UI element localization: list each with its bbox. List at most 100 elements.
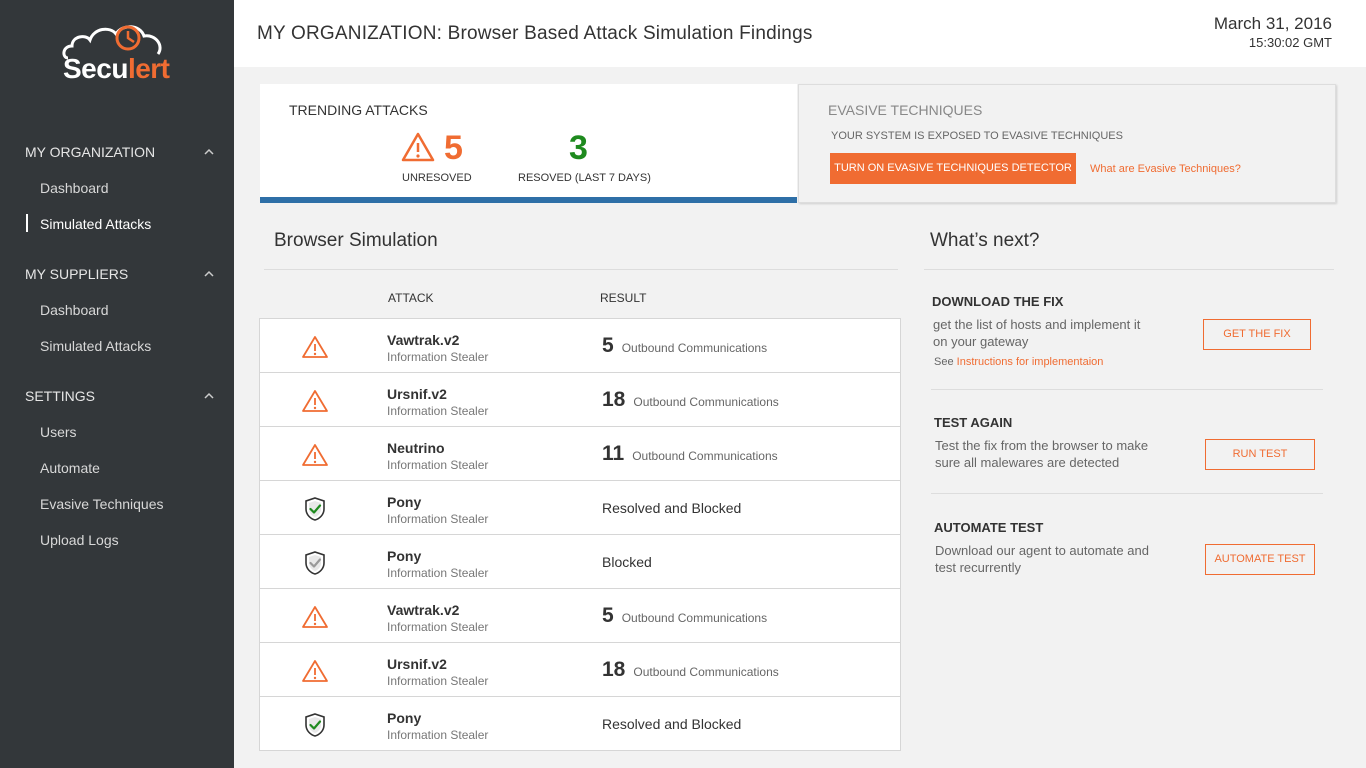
divider (931, 493, 1323, 494)
automate-test-title: AUTOMATE TEST (934, 520, 1044, 535)
attack-result: 18 Outbound Communications (602, 643, 779, 697)
nav-section-settings[interactable]: SETTINGS (25, 388, 215, 404)
header-date: March 31, 2016 (1213, 14, 1332, 33)
header-time: 15:30:02 GMT (1248, 35, 1332, 50)
seculert-logo[interactable]: Seculert (60, 20, 176, 92)
warning-icon (302, 444, 328, 466)
attack-result: Resolved and Blocked (602, 481, 741, 535)
attack-type: Information Stealer (387, 566, 489, 580)
attack-type: Information Stealer (387, 674, 489, 688)
result-description: Outbound Communications (632, 449, 778, 463)
table-row[interactable]: Ursnif.v2 Information Stealer 18 Outboun… (260, 643, 900, 697)
card-accent-bar (260, 197, 797, 203)
test-again-title: TEST AGAIN (934, 415, 1013, 430)
shield-check-gray-icon (305, 551, 325, 575)
instructions-link[interactable]: Instructions for implementaion (957, 356, 1104, 368)
trending-title: TRENDING ATTACKS (289, 102, 428, 118)
sidebar-item-suppliers-dashboard[interactable]: Dashboard (40, 302, 109, 318)
result-description: Outbound Communications (621, 611, 768, 625)
attack-result: Resolved and Blocked (602, 697, 741, 751)
attack-type: Information Stealer (387, 512, 489, 526)
table-row[interactable]: Ursnif.v2 Information Stealer 18 Outboun… (260, 373, 900, 427)
what-are-evasive-link[interactable]: What are Evasive Techniques? (1090, 163, 1241, 175)
active-indicator (26, 214, 28, 232)
sidebar-item-org-simulated-attacks[interactable]: Simulated Attacks (40, 216, 151, 232)
trending-attacks-card: TRENDING ATTACKS 5 UNRESOVED 3 RESOVED (… (260, 84, 797, 203)
table-row[interactable]: Vawtrak.v2 Information Stealer 5 Outboun… (260, 589, 900, 643)
sidebar-item-org-dashboard[interactable]: Dashboard (40, 180, 109, 196)
result-description: Outbound Communications (633, 395, 779, 409)
warning-icon (302, 336, 328, 358)
evasive-subtitle: YOUR SYSTEM IS EXPOSED TO EVASIVE TECHNI… (831, 130, 1123, 142)
automate-test-text: Download our agent to automate and test … (935, 543, 1149, 575)
attack-name: Pony (387, 494, 422, 510)
resolved-label: RESOVED (LAST 7 DAYS) (518, 172, 651, 184)
result-count: 5 (602, 334, 614, 357)
chevron-up-icon (204, 148, 214, 155)
attack-name: Vawtrak.v2 (387, 332, 460, 348)
result-count: 18 (602, 658, 626, 681)
result-status: Resolved and Blocked (602, 500, 742, 516)
divider (924, 269, 1334, 270)
sidebar: Seculert MY ORGANIZATION Dashboard Simul… (0, 0, 234, 768)
attack-table: Vawtrak.v2 Information Stealer 5 Outboun… (259, 318, 901, 751)
attack-name: Pony (387, 710, 422, 726)
sidebar-item-evasive-techniques[interactable]: Evasive Techniques (40, 496, 163, 512)
nav-section-my-suppliers[interactable]: MY SUPPLIERS (25, 266, 215, 282)
attack-type: Information Stealer (387, 350, 489, 364)
attack-type: Information Stealer (387, 404, 489, 418)
chevron-up-icon (204, 392, 214, 399)
download-fix-text: get the list of hosts and implement it o… (933, 317, 1141, 349)
table-row[interactable]: Pony Information Stealer Blocked (260, 535, 900, 589)
result-count: 11 (602, 442, 625, 465)
table-row[interactable]: Pony Information Stealer Resolved and Bl… (260, 697, 900, 751)
result-description: Outbound Communications (633, 665, 779, 679)
attack-name: Ursnif.v2 (387, 386, 447, 402)
unresolved-count: 5 (444, 129, 463, 167)
shield-check-icon (305, 497, 325, 521)
download-fix-title: DOWNLOAD THE FIX (932, 294, 1064, 309)
attack-name: Neutrino (387, 440, 445, 456)
instructions-prefix: See (934, 356, 957, 368)
warning-icon (302, 390, 328, 412)
unresolved-label: UNRESOVED (402, 172, 472, 184)
sidebar-item-upload-logs[interactable]: Upload Logs (40, 532, 119, 548)
warning-icon (401, 132, 435, 162)
test-again-text: Test the fix from the browser to make su… (935, 438, 1149, 470)
attack-result: 5 Outbound Communications (602, 589, 767, 643)
attack-type: Information Stealer (387, 458, 489, 472)
resolved-count: 3 (569, 129, 588, 167)
warning-icon (302, 606, 328, 628)
divider (931, 389, 1323, 390)
sidebar-item-users[interactable]: Users (40, 424, 77, 440)
evasive-title: EVASIVE TECHNIQUES (828, 102, 983, 118)
shield-check-icon (305, 713, 325, 737)
header: MY ORGANIZATION: Browser Based Attack Si… (234, 0, 1366, 67)
table-row[interactable]: Pony Information Stealer Resolved and Bl… (260, 481, 900, 535)
nav-section-label: SETTINGS (25, 388, 96, 404)
automate-test-button[interactable]: AUTOMATE TEST (1205, 544, 1315, 575)
attack-result: Blocked (602, 535, 652, 589)
simulation-title: Browser Simulation (274, 230, 438, 251)
attack-result: 18 Outbound Communications (602, 373, 779, 427)
divider (264, 269, 898, 270)
column-header-result: RESULT (600, 291, 647, 305)
nav-section-my-organization[interactable]: MY ORGANIZATION (25, 144, 215, 160)
result-status: Blocked (602, 554, 652, 570)
table-row[interactable]: Vawtrak.v2 Information Stealer 5 Outboun… (260, 319, 900, 373)
attack-name: Vawtrak.v2 (387, 602, 460, 618)
nav-section-label: MY SUPPLIERS (25, 266, 129, 282)
whats-next-title: What’s next? (930, 230, 1040, 251)
nav-section-label: MY ORGANIZATION (25, 144, 156, 160)
turn-on-detector-button[interactable]: TURN ON EVASIVE TECHNIQUES DETECTOR (830, 153, 1076, 184)
sidebar-item-suppliers-simulated-attacks[interactable]: Simulated Attacks (40, 338, 151, 354)
logo-wordmark: Seculert (63, 53, 170, 84)
table-row[interactable]: Neutrino Information Stealer 11 Outbound… (260, 427, 900, 481)
result-status: Resolved and Blocked (602, 716, 742, 732)
attack-result: 11 Outbound Communications (602, 427, 778, 481)
get-the-fix-button[interactable]: GET THE FIX (1203, 319, 1311, 350)
attack-type: Information Stealer (387, 728, 489, 742)
column-header-attack: ATTACK (388, 291, 434, 305)
sidebar-item-automate[interactable]: Automate (40, 460, 100, 476)
run-test-button[interactable]: RUN TEST (1205, 439, 1315, 470)
